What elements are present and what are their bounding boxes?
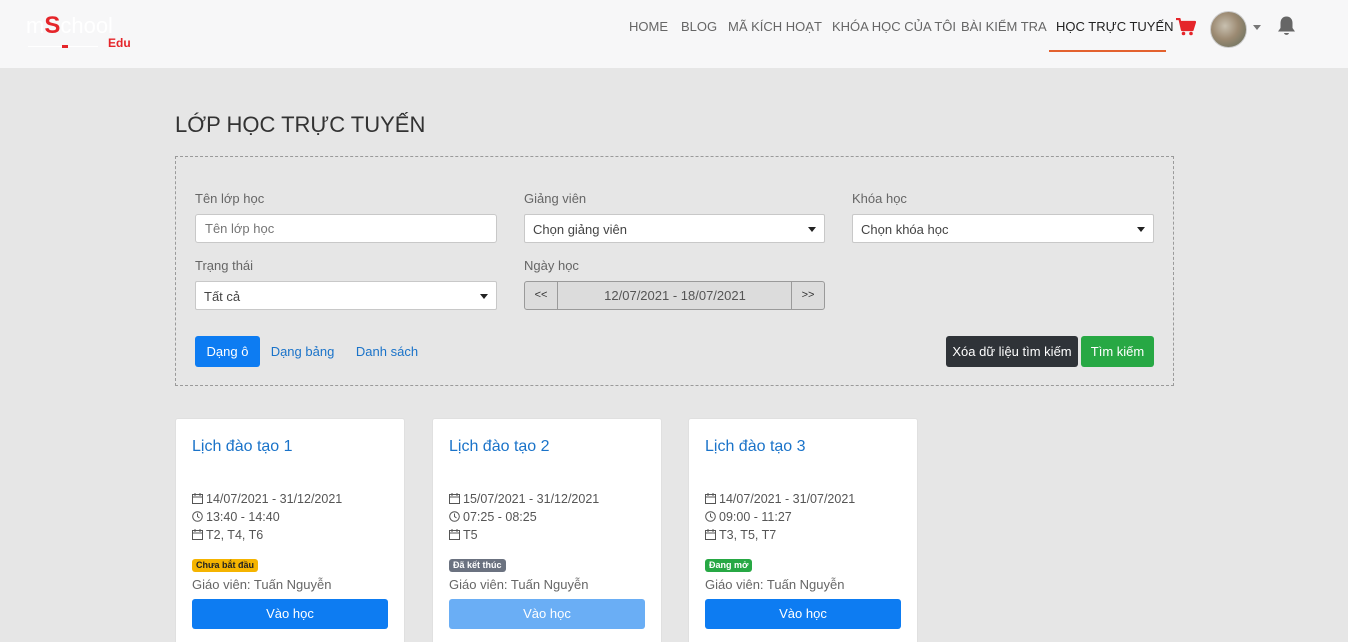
course-select[interactable]: Chọn khóa học [852, 214, 1154, 243]
status-label: Trạng thái [195, 258, 254, 273]
logo-part-m: m [26, 13, 45, 38]
prev-week-button[interactable]: << [525, 282, 558, 309]
class-days-text: T5 [463, 528, 478, 542]
class-title-link[interactable]: Lịch đào tạo 3 [705, 438, 806, 456]
nav-my-courses[interactable]: KHÓA HỌC CỦA TÔI [832, 19, 956, 34]
calendar-icon [705, 529, 716, 540]
nav-blog[interactable]: BLOG [681, 19, 717, 34]
nav-online-learning[interactable]: HỌC TRỰC TUYẾN [1056, 19, 1174, 34]
join-class-button[interactable]: Vào học [705, 599, 901, 629]
class-days-text: T2, T4, T6 [206, 528, 264, 542]
logo-wordmark: mSchool [26, 12, 113, 40]
calendar-icon [449, 493, 460, 504]
bell-icon[interactable] [1276, 15, 1297, 37]
class-dates: 15/07/2021 - 31/12/2021 [449, 492, 599, 506]
course-label: Khóa học [852, 191, 907, 206]
class-card: Lịch đào tạo 3 14/07/2021 - 31/07/2021 0… [688, 418, 918, 642]
class-name-input[interactable] [195, 214, 497, 243]
class-time-text: 07:25 - 08:25 [463, 510, 537, 524]
top-navbar: mSchool Edu HOME BLOG MÃ KÍCH HOẠT KHÓA … [0, 0, 1348, 68]
logo-edu: Edu [108, 36, 131, 50]
class-name-label: Tên lớp học [195, 191, 265, 206]
class-dates-text: 14/07/2021 - 31/07/2021 [719, 492, 856, 506]
clock-icon [192, 511, 203, 522]
search-filter-panel: Tên lớp học Giảng viên Chọn giảng viên K… [175, 156, 1174, 386]
logo-dash [62, 45, 68, 48]
nav-tests[interactable]: BÀI KIỂM TRA [961, 19, 1047, 34]
next-week-button[interactable]: >> [791, 282, 824, 309]
calendar-icon [192, 493, 203, 504]
page-title: LỚP HỌC TRỰC TUYẾN [175, 112, 426, 137]
teacher-label: Giảng viên [524, 191, 587, 206]
calendar-icon [705, 493, 716, 504]
chevron-down-icon[interactable] [1253, 25, 1261, 30]
course-select-value: Chọn khóa học [861, 222, 949, 237]
clear-search-button[interactable]: Xóa dữ liệu tìm kiếm [946, 336, 1078, 367]
cart-icon[interactable] [1176, 18, 1196, 36]
class-days-text: T3, T5, T7 [719, 528, 777, 542]
view-list-button[interactable]: Danh sách [352, 336, 422, 367]
search-button[interactable]: Tìm kiếm [1081, 336, 1154, 367]
class-teacher: Giáo viên: Tuấn Nguyễn [449, 577, 589, 592]
nav-home[interactable]: HOME [629, 19, 668, 34]
nav-active-indicator [1049, 50, 1166, 52]
class-time: 09:00 - 11:27 [705, 510, 792, 524]
class-dates-text: 15/07/2021 - 31/12/2021 [463, 492, 600, 506]
date-range-picker: << 12/07/2021 - 18/07/2021 >> [524, 281, 825, 310]
class-dates-text: 14/07/2021 - 31/12/2021 [206, 492, 343, 506]
teacher-select-value: Chọn giảng viên [533, 222, 627, 237]
status-badge: Chưa bắt đầu [192, 559, 259, 572]
status-select-value: Tất cả [204, 289, 241, 304]
class-teacher: Giáo viên: Tuấn Nguyễn [192, 577, 332, 592]
teacher-select[interactable]: Chọn giảng viên [524, 214, 825, 243]
logo-part-s: S [44, 12, 61, 39]
avatar[interactable] [1210, 11, 1247, 48]
class-dates: 14/07/2021 - 31/12/2021 [192, 492, 342, 506]
class-dates: 14/07/2021 - 31/07/2021 [705, 492, 855, 506]
class-title-link[interactable]: Lịch đào tạo 1 [192, 438, 293, 456]
class-card: Lịch đào tạo 2 15/07/2021 - 31/12/2021 0… [432, 418, 662, 642]
date-label: Ngày học [524, 258, 579, 273]
clock-icon [705, 511, 716, 522]
logo[interactable]: mSchool Edu [26, 12, 138, 52]
date-range-value[interactable]: 12/07/2021 - 18/07/2021 [558, 282, 792, 309]
join-class-button[interactable]: Vào học [449, 599, 645, 629]
view-table-button[interactable]: Dạng bảng [266, 336, 339, 367]
class-time-text: 09:00 - 11:27 [719, 510, 792, 524]
dropdown-arrow-icon [1137, 227, 1145, 232]
logo-part-chool: chool [60, 13, 113, 38]
calendar-icon [192, 529, 203, 540]
view-grid-button[interactable]: Dạng ô [195, 336, 260, 367]
status-badge: Đã kết thúc [449, 559, 506, 572]
class-teacher: Giáo viên: Tuấn Nguyễn [705, 577, 845, 592]
calendar-icon [449, 529, 460, 540]
status-badge: Đang mở [705, 559, 753, 572]
class-days: T5 [449, 528, 478, 542]
class-time: 13:40 - 14:40 [192, 510, 280, 524]
class-days: T2, T4, T6 [192, 528, 263, 542]
class-time-text: 13:40 - 14:40 [206, 510, 280, 524]
nav-activation-code[interactable]: MÃ KÍCH HOẠT [728, 19, 822, 34]
class-card: Lịch đào tạo 1 14/07/2021 - 31/12/2021 1… [175, 418, 405, 642]
dropdown-arrow-icon [808, 227, 816, 232]
class-days: T3, T5, T7 [705, 528, 776, 542]
join-class-button[interactable]: Vào học [192, 599, 388, 629]
class-time: 07:25 - 08:25 [449, 510, 537, 524]
dropdown-arrow-icon [480, 294, 488, 299]
clock-icon [449, 511, 460, 522]
status-select[interactable]: Tất cả [195, 281, 497, 310]
class-title-link[interactable]: Lịch đào tạo 2 [449, 438, 550, 456]
